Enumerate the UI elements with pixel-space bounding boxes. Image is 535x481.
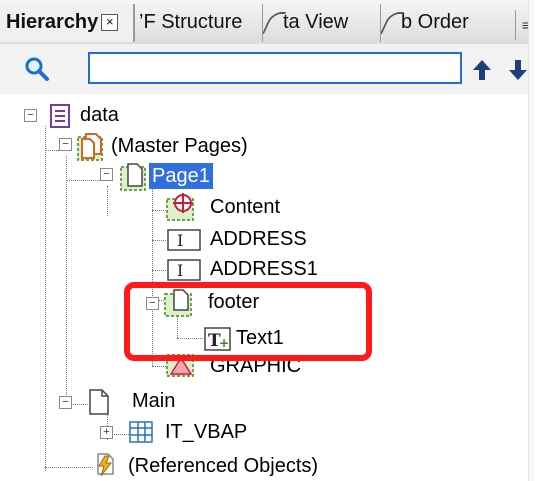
tree-connector (152, 270, 166, 271)
tree-node-referenced-objects[interactable]: (Referenced Objects) (128, 453, 318, 479)
arrow-up-icon[interactable] (472, 59, 492, 81)
tree-connector (107, 186, 108, 216)
tree-connector (45, 126, 46, 471)
svg-text:I: I (177, 231, 183, 250)
table-icon (129, 421, 153, 443)
tab-structure-label: ’F Structure (139, 11, 243, 33)
tree-node-address1[interactable]: ADDRESS1 (210, 256, 318, 282)
tree-node-master-pages[interactable]: (Master Pages) (111, 133, 248, 159)
search-input[interactable] (88, 52, 462, 84)
master-pages-icon (77, 133, 103, 161)
tree-node-it-vbap[interactable]: IT_VBAP (165, 419, 247, 445)
text-field-icon: I (167, 229, 201, 251)
tree-connector (66, 156, 67, 399)
referenced-objects-icon (97, 453, 114, 477)
tab-order-label: b Order (401, 11, 469, 33)
hierarchy-tree: − data − (Master Pages) − Page1 Content … (0, 94, 535, 481)
data-icon (50, 104, 70, 128)
tree-node-data[interactable]: data (80, 102, 119, 128)
arrow-down-icon[interactable] (508, 59, 528, 81)
page-icon (89, 389, 109, 415)
collapse-toggle[interactable]: − (100, 168, 113, 181)
panel-edge (528, 0, 535, 481)
tab-structure[interactable]: ’F Structure (134, 4, 262, 42)
highlight-annotation (124, 282, 372, 361)
collapse-toggle[interactable]: − (24, 109, 37, 122)
tree-connector (152, 240, 166, 241)
page-icon (120, 163, 146, 191)
tree-node-content[interactable]: Content (210, 194, 280, 220)
collapse-toggle[interactable]: − (59, 138, 72, 151)
tab-data-view-label: ta View (283, 11, 349, 33)
tree-connector (66, 180, 104, 181)
tree-node-main[interactable]: Main (132, 388, 175, 414)
tab-data-view[interactable]: ta View (262, 4, 380, 42)
tree-connector (152, 366, 166, 367)
tab-hierarchy[interactable]: Hierarchy × (0, 4, 134, 42)
tab-hierarchy-label: Hierarchy (6, 11, 99, 33)
content-area-icon (166, 193, 194, 221)
svg-text:I: I (177, 261, 183, 280)
tab-strip: Hierarchy × ’F Structure ta View b Order … (0, 0, 535, 45)
search-bar (0, 44, 535, 94)
text-field-icon: I (167, 259, 201, 281)
search-icon[interactable] (24, 56, 50, 82)
tree-connector (45, 467, 93, 468)
expand-toggle[interactable]: + (100, 426, 113, 439)
collapse-toggle[interactable]: − (59, 396, 72, 409)
tree-node-address[interactable]: ADDRESS (210, 226, 307, 252)
tree-connector (152, 210, 166, 211)
tree-node-page1[interactable]: Page1 (149, 163, 213, 189)
close-icon[interactable]: × (101, 14, 119, 32)
tab-order[interactable]: b Order (380, 4, 515, 42)
